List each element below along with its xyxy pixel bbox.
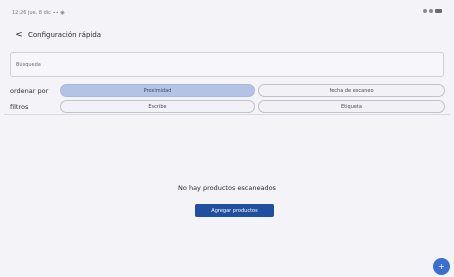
sort-option-proximidad[interactable]: Proximidad [60, 84, 255, 97]
status-time-date: 12:26 jue, 8 dic ∙∙ ◉ [12, 10, 65, 16]
add-products-button[interactable]: Agregar productos [195, 204, 274, 217]
search-field[interactable] [10, 52, 444, 77]
empty-state-message: No hay productos escaneados [178, 184, 276, 192]
add-icon: + [438, 262, 445, 271]
filter-option-label: Escribe [148, 103, 167, 110]
filters-label: filtros [10, 103, 29, 111]
app-bar: < Configuración rápida [4, 21, 450, 49]
divider [4, 114, 450, 115]
status-bar: 12:26 jue, 8 dic ∙∙ ◉ [4, 4, 450, 21]
filter-option-etiqueta[interactable]: Etiqueta [258, 100, 445, 113]
app-screen: 12:26 jue, 8 dic ∙∙ ◉ < Configuración rá… [4, 4, 450, 274]
search-input[interactable] [16, 53, 436, 76]
sort-option-label: fecha de escaneo [329, 87, 374, 94]
sort-option-label: Proximidad [143, 87, 172, 94]
signal-icon [429, 9, 433, 13]
add-fab-button[interactable]: + [433, 258, 450, 275]
back-arrow-icon[interactable]: < [14, 30, 24, 40]
sort-label: ordenar por [10, 87, 49, 95]
filter-option-escribe[interactable]: Escribe [60, 100, 255, 113]
wifi-icon [423, 9, 427, 13]
sort-option-fecha-de-escaneo[interactable]: fecha de escaneo [258, 84, 445, 97]
status-icons [423, 9, 442, 13]
page-title: Configuración rápida [28, 31, 102, 39]
filter-option-label: Etiqueta [341, 103, 362, 110]
battery-icon [435, 9, 442, 13]
